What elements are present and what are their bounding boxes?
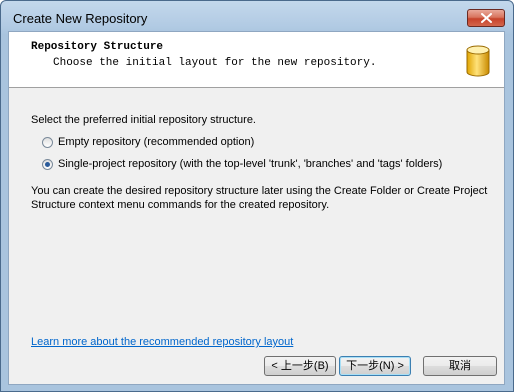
close-icon <box>481 13 492 23</box>
structure-prompt: Select the preferred initial repository … <box>31 114 256 126</box>
option-empty-repository[interactable]: Empty repository (recommended option) <box>42 135 254 149</box>
database-icon <box>466 45 490 77</box>
option-single-project-repository[interactable]: Single-project repository (with the top-… <box>42 157 442 171</box>
header-title: Repository Structure <box>31 41 164 53</box>
header-subtitle: Choose the initial layout for the new re… <box>53 57 377 69</box>
dialog-window: Create New Repository Repository Structu… <box>0 0 514 392</box>
option-empty-label: Empty repository (recommended option) <box>58 136 255 148</box>
next-button[interactable]: 下一步(N) > <box>339 356 411 376</box>
info-text: You can create the desired repository st… <box>31 185 488 211</box>
back-button[interactable]: < 上一步(B) <box>264 356 336 376</box>
close-button[interactable] <box>467 9 505 27</box>
dialog-client-area: Repository Structure Choose the initial … <box>8 31 505 385</box>
window-title: Create New Repository <box>13 11 148 26</box>
cancel-button[interactable]: 取消 <box>423 356 497 376</box>
learn-more-link[interactable]: Learn more about the recommended reposit… <box>31 336 293 348</box>
option-single-project-label: Single-project repository (with the top-… <box>58 158 443 170</box>
wizard-header: Repository Structure Choose the initial … <box>9 32 504 88</box>
radio-single-project-repository[interactable] <box>42 158 53 170</box>
title-bar[interactable]: Create New Repository <box>1 1 513 35</box>
radio-empty-repository[interactable] <box>42 136 53 148</box>
